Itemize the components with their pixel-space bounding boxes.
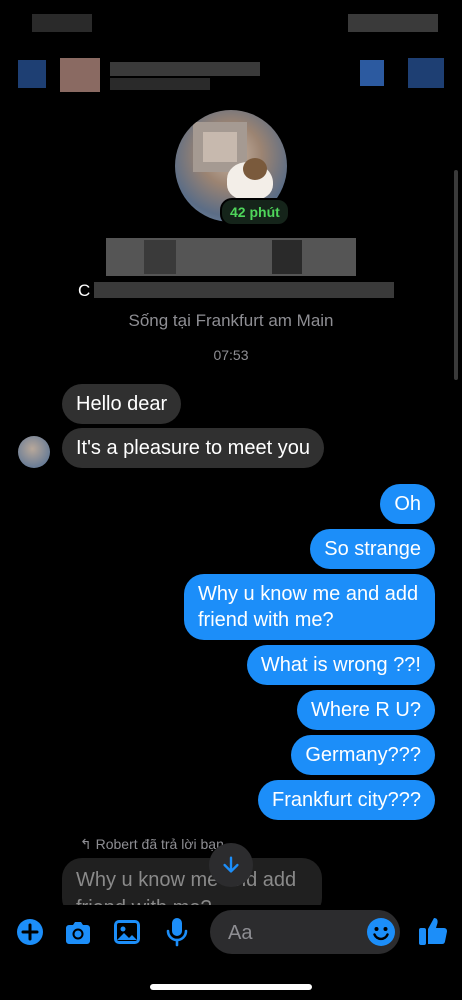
profile-location: Sống tại Frankfurt am Main	[128, 311, 334, 330]
outgoing-message[interactable]: Frankfurt city???	[258, 780, 435, 820]
scroll-to-bottom-button[interactable]	[209, 843, 253, 887]
incoming-message[interactable]: It's a pleasure to meet you	[62, 428, 324, 468]
outgoing-message[interactable]: Oh	[380, 484, 435, 524]
thumbs-up-icon[interactable]	[418, 915, 448, 945]
camera-icon[interactable]	[63, 919, 93, 949]
plus-circle-icon[interactable]	[16, 918, 46, 948]
outgoing-message[interactable]: Why u know me and add friend with me?	[184, 574, 435, 640]
call-icon[interactable]	[360, 60, 384, 86]
reply-indicator: ↰ Robert đã trả lời bạn	[80, 836, 224, 853]
back-icon[interactable]	[18, 60, 46, 88]
reply-arrow-icon: ↰	[80, 836, 96, 852]
active-status-badge: 42 phút	[220, 198, 290, 226]
profile-subtitle-prefix: C	[78, 281, 91, 300]
message-timestamp: 07:53	[213, 347, 249, 363]
microphone-icon[interactable]	[164, 917, 194, 947]
emoji-icon[interactable]	[366, 917, 396, 947]
outgoing-message[interactable]: Germany???	[291, 735, 435, 775]
arrow-down-icon	[223, 856, 239, 873]
reply-label-text: Robert đã trả lời bạn	[95, 836, 224, 852]
header-avatar[interactable]	[60, 58, 100, 92]
outgoing-message[interactable]: Where R U?	[296, 690, 435, 730]
incoming-message[interactable]: Hello dear	[62, 384, 182, 424]
outgoing-message[interactable]: What is wrong ??!	[246, 645, 435, 685]
video-call-icon[interactable]	[408, 58, 444, 88]
message-input[interactable]	[226, 910, 360, 956]
outgoing-message[interactable]: So strange	[310, 529, 435, 569]
image-icon[interactable]	[113, 919, 143, 949]
sender-avatar[interactable]	[18, 436, 50, 468]
header-name[interactable]	[110, 62, 260, 76]
home-indicator[interactable]	[150, 984, 312, 990]
